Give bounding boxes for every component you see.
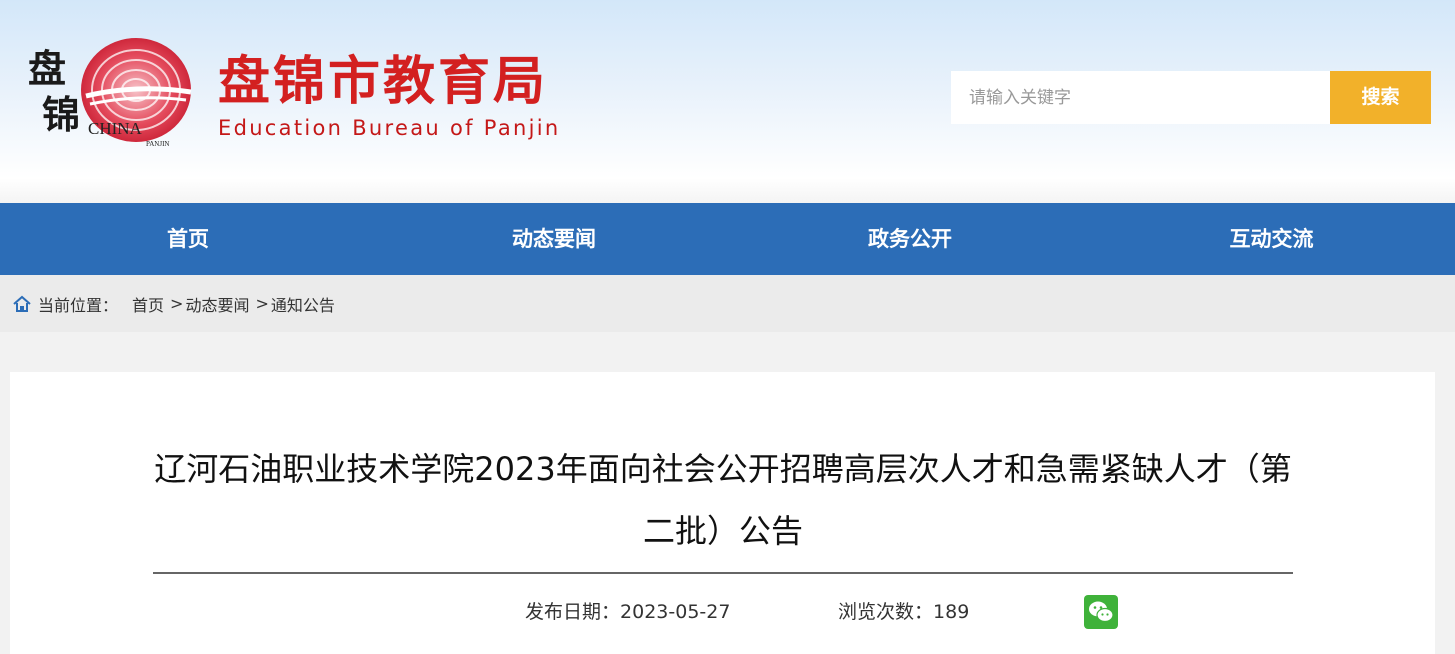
search-button[interactable]: 搜索 — [1330, 71, 1431, 124]
publish-date: 发布日期：2023-05-27 — [525, 598, 730, 626]
site-title: 盘锦市教育局 — [218, 52, 549, 112]
nav-item-news[interactable]: 动态要闻 — [376, 203, 732, 275]
view-count-label: 浏览次数： — [838, 601, 934, 623]
main-nav: 首页 动态要闻 政务公开 互动交流 — [0, 203, 1455, 275]
article-title: 辽河石油职业技术学院2023年面向社会公开招聘高层次人才和急需紧缺人才（第二批）… — [154, 450, 1292, 550]
logo-graphic: 盘 锦 CHINA PANJIN — [28, 38, 192, 148]
view-count: 浏览次数：189 — [838, 598, 969, 626]
logo-panjin: PANJIN — [146, 140, 169, 148]
site-logo[interactable]: 盘 锦 CHINA PANJIN — [26, 30, 201, 150]
home-icon — [12, 295, 32, 313]
breadcrumb-separator: > — [170, 294, 184, 313]
nav-item-gov-affairs[interactable]: 政务公开 — [732, 203, 1088, 275]
article-card: 辽河石油职业技术学院2023年面向社会公开招聘高层次人才和急需紧缺人才（第二批）… — [10, 372, 1435, 654]
search-input[interactable] — [951, 71, 1330, 124]
publish-date-value: 2023-05-27 — [620, 601, 731, 623]
nav-item-home[interactable]: 首页 — [0, 203, 376, 275]
breadcrumb-separator: > — [255, 294, 269, 313]
site-header: 盘 锦 CHINA PANJIN 盘锦市教育局 Education Bureau… — [0, 0, 1455, 203]
title-divider — [153, 572, 1293, 574]
publish-date-label: 发布日期： — [525, 601, 621, 623]
breadcrumb: 当前位置： 首页 > 动态要闻 > 通知公告 — [0, 275, 1455, 332]
nav-item-interaction[interactable]: 互动交流 — [1088, 203, 1455, 275]
view-count-value: 189 — [933, 601, 970, 623]
logo-char-1: 盘 — [28, 46, 66, 91]
wechat-share-icon[interactable] — [1084, 595, 1118, 629]
breadcrumb-news[interactable]: 动态要闻 — [185, 292, 249, 316]
logo-char-2: 锦 — [42, 92, 80, 137]
breadcrumb-label: 当前位置： — [38, 295, 119, 315]
logo-china: CHINA — [88, 119, 143, 138]
breadcrumb-home[interactable]: 首页 — [132, 292, 164, 316]
breadcrumb-notices[interactable]: 通知公告 — [271, 292, 335, 316]
site-title-en: Education Bureau of Panjin — [218, 116, 561, 140]
